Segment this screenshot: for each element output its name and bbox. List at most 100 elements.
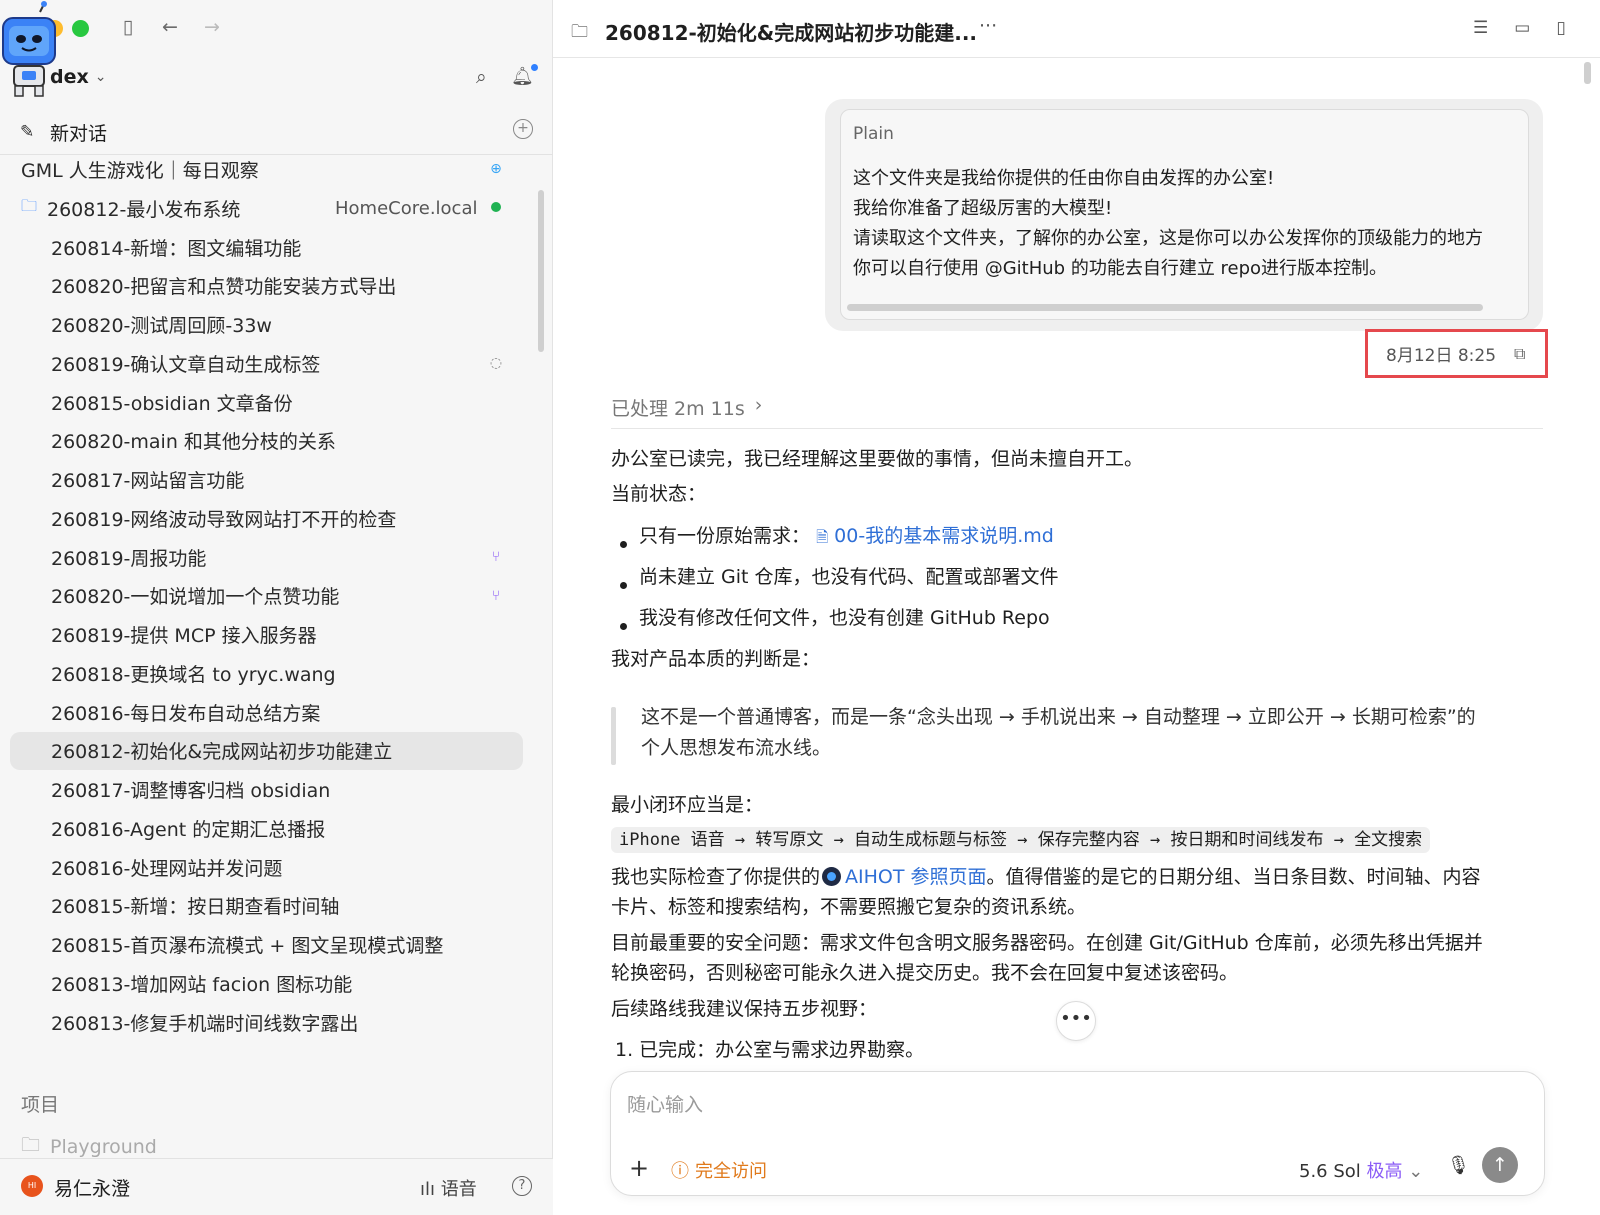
sidebar-item[interactable]: 260820-一如说增加一个点赞功能 ⑂ (10, 577, 523, 615)
sidebar: ▯ ← → dex ⌄ ⌕ 🔔︎ ✎ 新对话 + GML 人生游戏化｜每日观察 … (0, 0, 553, 1215)
microphone-icon[interactable]: 🎙︎ (1447, 1155, 1470, 1176)
app-switcher[interactable]: dex ⌄ (50, 66, 106, 88)
sidebar-item[interactable]: 260816-每日发布自动总结方案 (10, 693, 523, 731)
sidebar-item[interactable]: 260820-测试周回顾-33w (10, 306, 523, 344)
copy-icon[interactable]: ⧉ (1514, 344, 1525, 364)
access-mode-button[interactable]: ⓘ 完全访问 (671, 1157, 767, 1183)
sidebar-item[interactable]: 260815-首页瀑布流模式 + 图文呈现模式调整 (10, 926, 523, 964)
main-panel: 🗀︎ 260812-初始化&完成网站初步功能建... ··· ☰ ▭ ▯ Pla… (553, 0, 1600, 1215)
forward-arrow-icon[interactable]: → (202, 16, 222, 38)
code-block: Plain 这个文件夹是我给你提供的任由你自由发挥的办公室! 我给你准备了超级厉… (840, 109, 1529, 320)
sidebar-item[interactable]: 260820-main 和其他分枝的关系 (10, 422, 523, 460)
main-scrollbar[interactable] (1584, 62, 1591, 84)
sidebar-item-label: 260819-确认文章自动生成标签 (51, 353, 321, 376)
code-horizontal-scrollbar[interactable] (847, 304, 1483, 311)
file-icon: 🗎︎ (816, 528, 829, 546)
new-chat-button[interactable]: ✎ 新对话 + (20, 116, 533, 148)
check-prefix: 我也实际检查了你提供的 (611, 866, 821, 888)
composer: 随心输入 + ⓘ 完全访问 5.6 Sol 极高 ⌄ 🎙︎ ↑ (610, 1071, 1545, 1196)
sidebar-item-label: 260817-网站留言功能 (51, 470, 245, 492)
panel-right-icon[interactable]: ▯ (1556, 18, 1565, 38)
file-link[interactable]: 00-我的基本需求说明.md (834, 525, 1054, 547)
check-paragraph-line2: 卡片、标签和搜索结构，不需要照搬它复杂的资讯系统。 (611, 896, 1087, 918)
add-circle-icon[interactable]: + (513, 119, 533, 139)
sidebar-item[interactable]: 260818-更换域名 to yryc.wang (10, 654, 523, 692)
code-line: 请读取这个文件夹，了解你的办公室，这是你可以办公发挥你的顶级能力的地方 (853, 228, 1483, 249)
reply-judgement: 我对产品本质的判断是： (611, 648, 821, 670)
sidebar-scrollbar[interactable] (538, 190, 544, 352)
bullet-dot (620, 582, 627, 589)
loading-spinner-icon: ◌ (489, 355, 503, 372)
check-paragraph: 我也实际检查了你提供的 AIHOT 参照页面。值得借鉴的是它的日期分组、当日条目数… (611, 862, 1481, 889)
sidebar-item-label: 260816-每日发布自动总结方案 (51, 702, 321, 725)
online-status-icon (486, 200, 506, 216)
more-actions-button[interactable]: ••• (1056, 1001, 1096, 1041)
add-attachment-icon[interactable]: + (629, 1154, 649, 1182)
waveform-icon: ılı (420, 1179, 436, 1200)
model-selector[interactable]: 5.6 Sol 极高 ⌄ (1299, 1157, 1423, 1183)
code-line: 你可以自行使用 @GitHub 的功能去自行建立 repo进行版本控制。 (853, 258, 1388, 279)
sidebar-item[interactable]: 260817-调整博客归档 obsidian (10, 771, 523, 809)
search-icon[interactable]: ⌕ (476, 66, 487, 88)
help-icon[interactable]: ? (512, 1176, 532, 1196)
sidebar-item[interactable]: 260812-初始化&完成网站初步功能建立 (10, 731, 523, 770)
sidebar-item-label: 260813-增加网站 facion 图标功能 (51, 973, 353, 996)
list-view-icon[interactable]: ☰ (1473, 18, 1488, 38)
titlebar-actions: ☰ ▭ ▯ (1473, 18, 1566, 38)
toggle-sidebar-icon[interactable]: ▯ (118, 16, 138, 38)
bullet-dot (620, 623, 627, 630)
username[interactable]: 易仁永澄 (54, 1174, 130, 1201)
voice-button[interactable]: ılı 语音 (420, 1175, 477, 1201)
sidebar-item-label: 260813-修复手机端时间线数字露出 (51, 1012, 359, 1035)
sidebar-item[interactable]: 260816-处理网站并发问题 (10, 848, 523, 886)
blockquote-bar (611, 707, 616, 765)
panel-bottom-icon[interactable]: ▭ (1514, 18, 1530, 38)
code-language: Plain (853, 124, 894, 144)
processed-label: 已处理 2m 11s (611, 398, 745, 420)
sidebar-item-label: GML 人生游戏化｜每日观察 (21, 159, 259, 182)
more-options-icon[interactable]: ··· (979, 15, 997, 37)
sidebar-item-pinned[interactable]: GML 人生游戏化｜每日观察 ⊕ (10, 150, 523, 188)
blockquote-line: 个人思想发布流水线。 (641, 737, 832, 759)
list-item-text: 只有一份原始需求： (639, 525, 811, 547)
sidebar-item[interactable]: 260820-把留言和点赞功能安装方式导出 (10, 267, 523, 305)
back-arrow-icon[interactable]: ← (160, 16, 180, 38)
folder-icon: 🗀︎ (21, 195, 38, 215)
sidebar-item[interactable]: 260819-网络波动导致网站打不开的检查 (10, 499, 523, 537)
playground-label: Playground (50, 1136, 157, 1158)
sidebar-item-label: 260819-网络波动导致网站打不开的检查 (51, 508, 397, 531)
sidebar-item-label: 260820-把留言和点赞功能安装方式导出 (51, 276, 397, 299)
project-host: HomeCore.local (335, 197, 478, 219)
notification-bell-icon[interactable]: 🔔︎ (511, 64, 538, 87)
sidebar-item[interactable]: 260819-周报功能 ⑂ (10, 538, 523, 576)
message-input[interactable]: 随心输入 (627, 1090, 703, 1117)
notification-dot (530, 64, 538, 71)
sidebar-project[interactable]: 🗀︎ 260812-最小发布系统 HomeCore.local (10, 189, 523, 227)
projects-section-title: 项目 (21, 1094, 60, 1116)
sidebar-item[interactable]: 260817-网站留言功能 (10, 461, 523, 499)
page-title: 260812-初始化&完成网站初步功能建... (605, 21, 978, 45)
chevron-down-icon: ⌄ (1408, 1161, 1424, 1182)
sidebar-item[interactable]: 260815-新增：按日期查看时间轴 (10, 887, 523, 925)
check-suffix: 。值得借鉴的是它的日期分组、当日条目数、时间轴、内容 (986, 866, 1481, 888)
sidebar-item[interactable]: 260819-提供 MCP 接入服务器 (10, 616, 523, 654)
aihot-link[interactable]: AIHOT 参照页面 (845, 866, 987, 888)
avatar[interactable]: HI (21, 1175, 43, 1197)
sidebar-item-label: 260814-新增：图文编辑功能 (51, 237, 302, 260)
roadmap-step: 1. 已完成：办公室与需求边界勘察。 (615, 1039, 925, 1061)
divider (611, 428, 1543, 429)
processed-toggle[interactable]: 已处理 2m 11s › (611, 394, 762, 421)
sidebar-item[interactable]: 260819-确认文章自动生成标签 ◌ (10, 344, 523, 382)
sidebar-item[interactable]: 260816-Agent 的定期汇总播报 (10, 809, 523, 847)
send-button[interactable]: ↑ (1482, 1147, 1518, 1183)
chevron-right-icon: › (754, 394, 763, 416)
sidebar-item[interactable]: 260813-修复手机端时间线数字露出 (10, 1003, 523, 1041)
zoom-window-button[interactable] (72, 20, 89, 37)
bullet-dot (620, 541, 627, 548)
access-mode-label: 完全访问 (695, 1161, 767, 1182)
sidebar-item[interactable]: 260814-新增：图文编辑功能 (10, 228, 523, 266)
sidebar-item[interactable]: 260813-增加网站 facion 图标功能 (10, 964, 523, 1002)
sidebar-item-label: 260820-一如说增加一个点赞功能 (51, 586, 340, 609)
sidebar-item[interactable]: 260815-obsidian 文章备份 (10, 383, 523, 421)
reply-intro: 办公室已读完，我已经理解这里要做的事情，但尚未擅自开工。 (611, 448, 1144, 470)
